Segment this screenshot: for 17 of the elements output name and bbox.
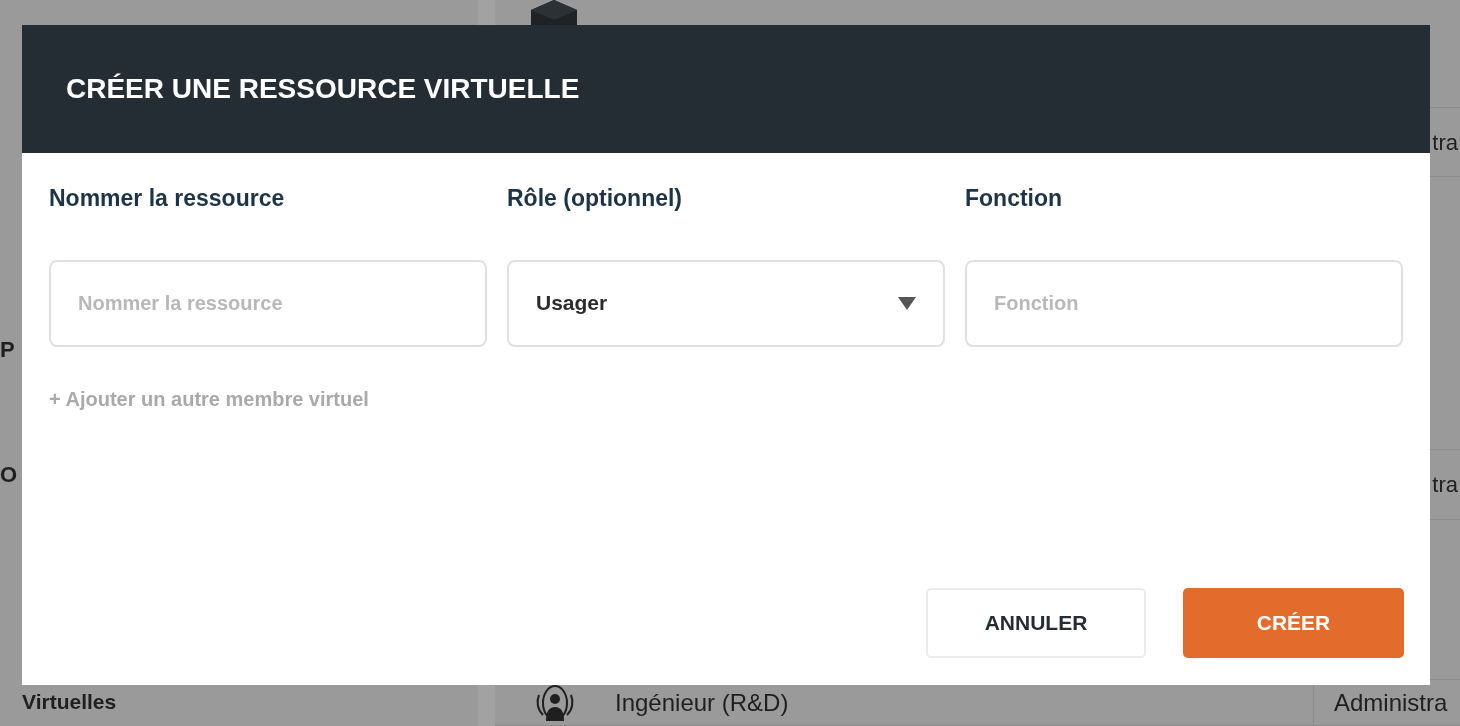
text-input-field[interactable]: Nommer la ressource bbox=[49, 259, 487, 347]
field-label: Nommer la ressource bbox=[49, 184, 286, 213]
caret-icon bbox=[898, 296, 916, 310]
role-cell-text: tra bbox=[1432, 128, 1459, 157]
cancel-button[interactable]: ANNULER bbox=[926, 588, 1146, 658]
text-input-field[interactable]: Fonction bbox=[965, 259, 1403, 347]
sidebar-item[interactable]: P bbox=[0, 337, 15, 362]
sidebar-item[interactable]: O bbox=[0, 462, 18, 487]
resource-name: Ingénieur (R&D) bbox=[615, 687, 789, 718]
field-label: Fonction bbox=[965, 184, 1064, 213]
sidebar-item[interactable]: Virtuelles bbox=[22, 690, 117, 713]
create-button[interactable]: CRÉER bbox=[1183, 588, 1404, 658]
field-label: Rôle (optionnel) bbox=[507, 184, 684, 213]
role-cell-text: tra bbox=[1432, 471, 1459, 499]
dialog-title: CRÉER UNE RESSOURCE VIRTUELLE bbox=[66, 72, 580, 106]
role-dropdown[interactable]: Usager bbox=[507, 259, 945, 347]
role-cell-text: Administra bbox=[1334, 687, 1448, 718]
